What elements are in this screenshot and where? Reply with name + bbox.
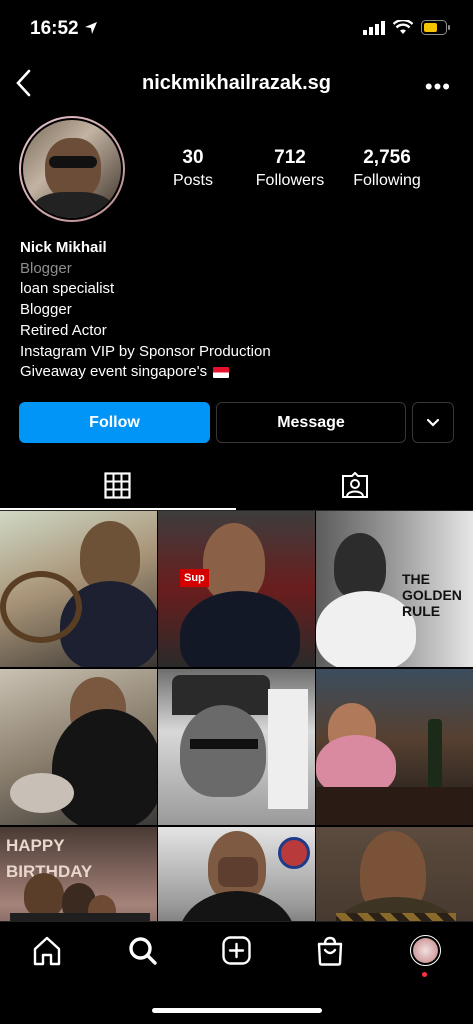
stat-following[interactable]: 2,756 Following: [344, 147, 430, 190]
profile-tabs: [0, 462, 473, 511]
nav-home[interactable]: [33, 936, 61, 971]
tagged-icon: [342, 471, 368, 498]
stat-followers-label: Followers: [255, 172, 325, 189]
bio-line: Instagram VIP by Sponsor Production: [20, 342, 271, 360]
active-tab-indicator: [0, 508, 236, 510]
profile-username: nickmikhailrazak.sg: [142, 72, 331, 94]
stat-posts-label: Posts: [172, 172, 213, 189]
bio-line: loan specialist: [20, 280, 115, 298]
nav-shop[interactable]: [316, 936, 344, 971]
bio-line: Giveaway event singapore's: [20, 363, 208, 381]
post-thumbnail[interactable]: Sup: [158, 511, 315, 667]
nav-profile[interactable]: [410, 935, 441, 966]
follow-button[interactable]: Follow: [19, 402, 210, 443]
chevron-down-icon: [426, 418, 440, 427]
status-icons: [363, 20, 451, 35]
tab-tagged[interactable]: [341, 471, 369, 504]
notification-dot: [422, 972, 427, 977]
home-icon: [33, 936, 61, 966]
stat-followers[interactable]: 712 Followers: [248, 147, 332, 190]
stat-posts[interactable]: 30 Posts: [162, 147, 224, 190]
location-arrow-icon: [84, 21, 98, 40]
singapore-flag-icon: [213, 366, 230, 378]
nav-create[interactable]: [222, 936, 251, 970]
profile-bio: Nick Mikhail Blogger loan specialist Blo…: [20, 238, 271, 383]
post-caption: HAPPY BIRTHDAY: [6, 836, 93, 881]
stat-following-label: Following: [353, 172, 421, 189]
bio-line: Blogger: [20, 301, 72, 319]
create-icon: [222, 936, 251, 965]
profile-category: Blogger: [20, 259, 72, 277]
post-thumbnail[interactable]: [0, 669, 157, 825]
signal-icon: [363, 20, 385, 35]
stat-followers-value: 712: [274, 147, 306, 168]
stat-following-value: 2,756: [363, 147, 411, 168]
search-icon: [129, 937, 157, 965]
tab-grid[interactable]: [104, 472, 131, 504]
nav-search[interactable]: [128, 936, 158, 971]
profile-avatar-small: [413, 938, 438, 963]
suggested-dropdown-button[interactable]: [412, 402, 454, 443]
status-time: 16:52: [30, 18, 79, 39]
profile-name: Nick Mikhail: [20, 239, 107, 256]
more-options-icon[interactable]: •••: [425, 74, 451, 100]
message-button[interactable]: Message: [216, 402, 406, 443]
home-indicator: [152, 1008, 322, 1013]
wifi-icon: [393, 20, 413, 34]
profile-avatar[interactable]: [19, 116, 125, 222]
bio-line-giveaway: Giveaway event singapore's: [20, 362, 271, 383]
post-thumbnail[interactable]: [0, 511, 157, 667]
post-thumbnail[interactable]: THE GOLDEN RULE: [316, 511, 473, 667]
stat-posts-value: 30: [182, 147, 204, 168]
post-caption: THE GOLDEN RULE: [402, 571, 462, 619]
post-caption: Sup: [180, 569, 209, 587]
grid-icon: [104, 472, 131, 499]
shop-icon: [317, 936, 343, 966]
posts-grid: Sup THE GOLDEN RULE HAPPY BIRTHDAY: [0, 511, 473, 983]
battery-icon: [421, 20, 450, 35]
post-thumbnail[interactable]: [316, 669, 473, 825]
bio-line: Retired Actor: [20, 321, 107, 339]
post-thumbnail[interactable]: [158, 669, 315, 825]
